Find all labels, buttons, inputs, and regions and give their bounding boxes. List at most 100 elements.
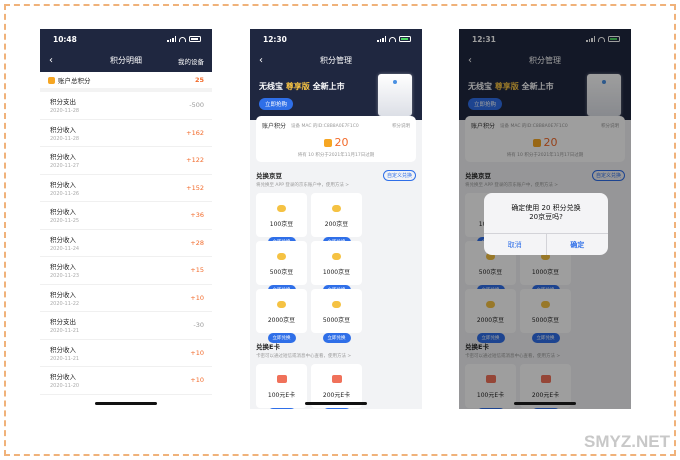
status-time: 12:30 [263, 34, 287, 44]
beans-section-subtitle[interactable]: 将兑换至 APP 登录的京东账户中，使用方法 > [256, 182, 416, 188]
record-row: 积分支出 2020-11-21 -30 [40, 312, 212, 340]
record-date: 2020-11-21 [50, 328, 80, 335]
bean-icon [332, 205, 341, 212]
bean-amount: 1000京豆 [322, 269, 351, 276]
bean-option: 5000京豆 立即兑换 [311, 289, 362, 343]
top-bar: 10:48 ‹ 积分明细 我的设备 [40, 29, 212, 72]
bean-option: 500京豆立即兑换 [256, 241, 307, 295]
record-amount: -30 [193, 321, 204, 330]
wifi-icon [179, 36, 186, 42]
record-row: 积分收入 2020-11-21 +10 [40, 340, 212, 367]
points-rule-link[interactable]: 积分说明 [392, 123, 410, 129]
bean-amount: 100京豆 [269, 221, 294, 228]
bean-amount: 200京豆 [324, 221, 349, 228]
bean-option: 1000京豆立即兑换 [311, 241, 362, 295]
ecard-icon [331, 375, 342, 383]
record-row: 积分收入 2020-11-25 +36 [40, 202, 212, 230]
record-row: 积分收入 2020-11-28 +162 [40, 120, 212, 147]
dialog-message-line1: 确定使用 20 积分兑换 [511, 203, 581, 212]
record-type: 积分收入 [50, 263, 76, 272]
record-amount: +10 [190, 348, 204, 357]
total-value: 25 [194, 76, 204, 84]
cancel-button[interactable]: 取消 [484, 234, 547, 255]
nav-bar: ‹ 积分管理 [250, 49, 422, 72]
signal-icon [377, 36, 386, 42]
bean-amount: 5000京豆 [322, 317, 351, 324]
record-row: 积分收入 2020-11-20 +10 [40, 367, 212, 395]
points-value: 20 [334, 136, 349, 149]
page-title: 积分明细 [110, 56, 142, 65]
ecard-section-header: 兑换E卡 卡密可以通过短信或消息中心查看，使用方法 > [250, 341, 422, 359]
home-indicator [514, 402, 576, 405]
status-time: 10:48 [53, 34, 77, 44]
record-date: 2020-11-27 [50, 163, 80, 170]
home-indicator [95, 402, 157, 405]
ecard-icon [276, 375, 287, 383]
record-date: 2020-11-22 [50, 300, 80, 307]
bean-amount: 2000京豆 [267, 317, 296, 324]
my-devices-link[interactable]: 我的设备 [178, 56, 204, 66]
watermark: SMYZ.NET [584, 432, 670, 451]
bean-option: 100京豆立即兑换 [256, 193, 307, 247]
total-label: 账户总积分 [58, 77, 91, 85]
record-date: 2020-11-25 [50, 218, 80, 225]
back-icon[interactable]: ‹ [49, 55, 53, 66]
record-amount: +162 [186, 128, 204, 137]
back-icon[interactable]: ‹ [259, 55, 263, 66]
battery-icon [399, 36, 411, 42]
bean-amount: 500京豆 [269, 269, 294, 276]
bean-icon [332, 253, 341, 260]
confirm-button[interactable]: 确定 [547, 234, 609, 255]
record-row: 积分收入 2020-11-23 +15 [40, 257, 212, 285]
record-type: 积分支出 [50, 318, 76, 327]
account-points-label: 账户积分 [262, 123, 287, 130]
record-row: 积分收入 2020-11-24 +28 [40, 230, 212, 257]
record-type: 积分收入 [50, 125, 76, 134]
record-amount: +152 [186, 183, 204, 192]
beans-section-header: 兑换京豆 将兑换至 APP 登录的京东账户中，使用方法 > 自定义兑换 [250, 170, 422, 188]
ecard-amount: 200元E卡 [322, 392, 351, 399]
beans-grid: 100京豆立即兑换200京豆立即兑换500京豆立即兑换1000京豆立即兑换 200… [250, 188, 422, 343]
record-amount: +10 [190, 293, 204, 302]
banner-headline: 无线宝 尊享版 全新上市 [259, 82, 345, 91]
nav-bar: ‹ 积分明细 我的设备 [40, 49, 212, 72]
phone-points-detail: 10:48 ‹ 积分明细 我的设备 账户总积分 25 积分支出 2020-11-2… [40, 29, 212, 409]
ecard-option: 100元E卡立即兑换 [256, 364, 307, 409]
records-list: 积分支出 2020-11-28 -500 积分收入 2020-11-28 +162 积分收入… [40, 92, 212, 395]
router-image [378, 74, 412, 116]
record-row: 积分收入 2020-11-27 +122 [40, 147, 212, 175]
wifi-icon [389, 36, 396, 42]
bean-icon [277, 205, 286, 212]
record-type: 积分收入 [50, 208, 76, 217]
record-amount: -500 [189, 101, 204, 110]
record-row: 积分收入 2020-11-26 +152 [40, 175, 212, 202]
bean-option: 200京豆立即兑换 [311, 193, 362, 247]
confirm-dialog: 确定使用 20 积分兑换 20京豆吗? 取消 确定 [484, 193, 608, 255]
custom-exchange-button[interactable]: 自定义兑换 [382, 170, 416, 181]
ecard-section-subtitle[interactable]: 卡密可以通过短信或消息中心查看，使用方法 > [256, 353, 416, 359]
record-date: 2020-11-21 [50, 355, 80, 362]
record-row: 积分收入 2020-11-22 +10 [40, 285, 212, 312]
record-type: 积分收入 [50, 345, 76, 354]
top-bar: 12:30 ‹ 积分管理 [250, 29, 422, 72]
record-date: 2020-11-28 [50, 108, 80, 115]
record-amount: +10 [190, 376, 204, 385]
account-total-row: 账户总积分 25 [40, 72, 212, 92]
record-row: 积分支出 2020-11-28 -500 [40, 92, 212, 120]
record-type: 积分支出 [50, 98, 76, 107]
record-type: 积分收入 [50, 153, 76, 162]
redeem-button[interactable]: 立即兑换 [267, 408, 296, 409]
home-indicator [305, 402, 367, 405]
buy-now-button[interactable]: 立即抢购 [259, 98, 294, 110]
record-amount: +15 [190, 266, 204, 275]
record-amount: +36 [190, 211, 204, 220]
expiry-note: 将有 10 积分于2021年11月17日过期 [297, 153, 375, 158]
record-type: 积分收入 [50, 290, 76, 299]
ecard-amount: 100元E卡 [267, 392, 296, 399]
bean-icon [277, 301, 286, 308]
redeem-button[interactable]: 立即兑换 [322, 408, 351, 409]
record-date: 2020-11-20 [50, 383, 80, 390]
signal-icon [167, 36, 176, 42]
promo-banner[interactable]: 无线宝 尊享版 全新上市 立即抢购 [250, 72, 422, 120]
record-amount: +122 [186, 156, 204, 165]
